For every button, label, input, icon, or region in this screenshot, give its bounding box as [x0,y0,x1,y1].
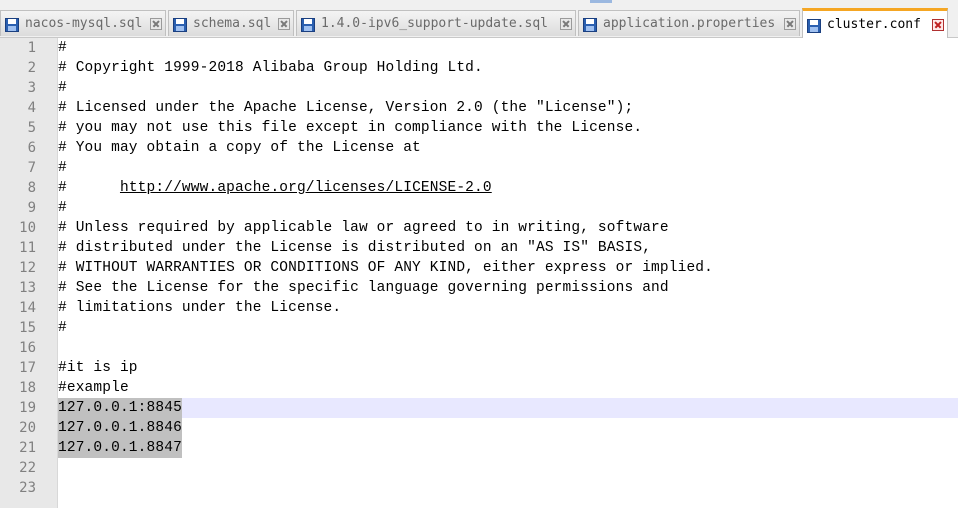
line-number: 14 [19,300,36,316]
code-line[interactable]: # [58,38,67,58]
line-number: 13 [19,280,36,296]
tab-label: 1.4.0-ipv6_support-update.sql [321,16,548,31]
editor[interactable]: 1 2 3 4 5 6 7 8 9 10 11 12 13 14 15 16 1… [0,38,958,508]
code-line[interactable]: #it is ip [58,358,138,378]
line-number: 18 [19,380,36,396]
code-line[interactable]: # Unless required by applicable law or a… [58,218,669,238]
tab-label: application.properties [603,16,776,31]
line-number: 19 [19,400,36,416]
line-number: 4 [27,100,36,116]
line-number: 7 [27,160,36,176]
save-icon [5,17,19,32]
tab-application-properties[interactable]: application.properties [578,10,800,36]
code-line[interactable]: # See the License for the specific langu… [58,278,669,298]
code-line-selected[interactable]: 127.0.0.1:8845 [58,398,182,418]
code-line[interactable]: # Copyright 1999-2018 Alibaba Group Hold… [58,58,483,78]
close-icon[interactable] [784,17,796,30]
save-icon [583,17,597,32]
code-line[interactable]: # you may not use this file except in co… [58,118,642,138]
tab-nacos-mysql-sql[interactable]: nacos-mysql.sql [0,10,166,36]
line-number: 17 [19,360,36,376]
close-icon[interactable] [150,17,162,30]
line-number: 21 [19,440,36,456]
line-number: 1 [27,40,36,56]
comment-marker: # [58,180,67,196]
line-number: 12 [19,260,36,276]
tab-cluster-conf[interactable]: cluster.conf [802,8,948,38]
line-number: 2 [27,60,36,76]
tab-label: cluster.conf [827,17,921,32]
line-number: 6 [27,140,36,156]
tab-label: schema.sql [193,16,272,31]
line-number: 11 [19,240,36,256]
close-icon[interactable] [278,17,290,30]
save-icon [173,17,187,32]
code-line[interactable]: # [58,198,67,218]
tab-bar: nacos-mysql.sql schema.sql 1.4.0-ipv6_su… [0,0,958,38]
code-line[interactable]: # distributed under the License is distr… [58,238,651,258]
code-line[interactable]: # [58,158,67,178]
line-number: 10 [19,220,36,236]
tab-ipv6-support-update-sql[interactable]: 1.4.0-ipv6_support-update.sql [296,10,576,36]
line-number: 8 [27,180,36,196]
code-line[interactable]: # You may obtain a copy of the License a… [58,138,421,158]
code-line[interactable]: # Licensed under the Apache License, Ver… [58,98,633,118]
tab-schema-sql[interactable]: schema.sql [168,10,294,36]
save-icon [807,18,821,33]
code-line[interactable]: #example [58,378,129,398]
line-number: 23 [19,480,36,496]
line-number: 15 [19,320,36,336]
tab-scroll-indicator [590,0,612,3]
line-number: 9 [27,200,36,216]
license-url-link[interactable]: http://www.apache.org/licenses/LICENSE-2… [120,180,492,196]
line-number: 22 [19,460,36,476]
code-line-license-url[interactable]: # http://www.apache.org/licenses/LICENSE… [58,178,492,198]
save-icon [301,17,315,32]
code-area[interactable]: # # Copyright 1999-2018 Alibaba Group Ho… [58,38,958,508]
close-icon[interactable] [932,18,944,31]
current-line-highlight [58,398,958,418]
code-line-selected[interactable]: 127.0.0.1.8847 [58,438,182,458]
tab-label: nacos-mysql.sql [25,16,143,31]
code-line[interactable]: # [58,78,67,98]
line-number: 20 [19,420,36,436]
code-line[interactable]: # limitations under the License. [58,298,341,318]
code-line-selected[interactable]: 127.0.0.1.8846 [58,418,182,438]
code-line[interactable]: # [58,318,67,338]
line-number: 5 [27,120,36,136]
line-number: 16 [19,340,36,356]
code-line[interactable]: # WITHOUT WARRANTIES OR CONDITIONS OF AN… [58,258,713,278]
line-number: 3 [27,80,36,96]
line-number-gutter[interactable]: 1 2 3 4 5 6 7 8 9 10 11 12 13 14 15 16 1… [0,38,58,508]
close-icon[interactable] [560,17,572,30]
